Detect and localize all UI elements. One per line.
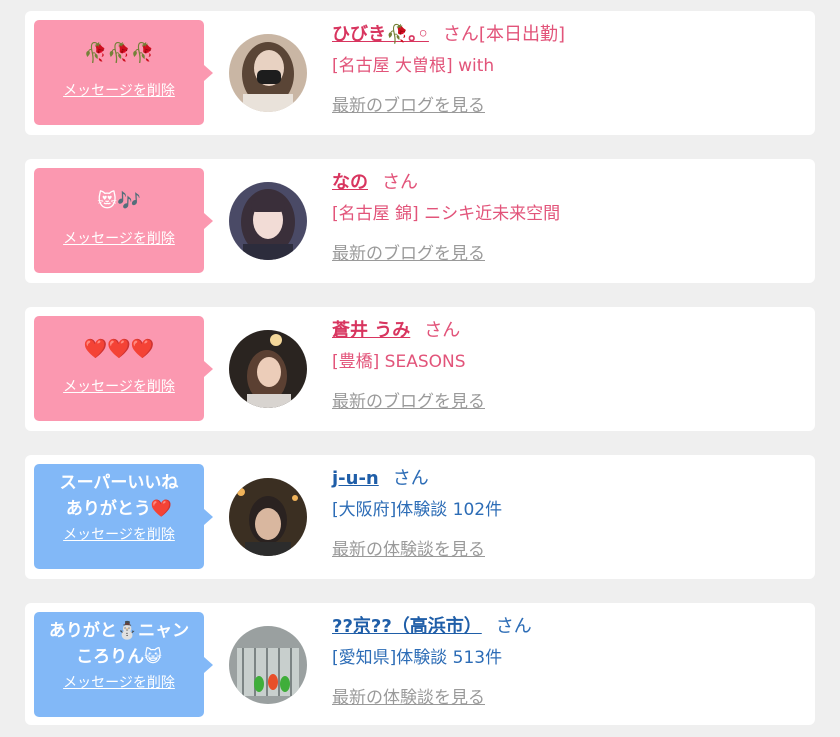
honorific-text: さん <box>495 616 532 637</box>
shop-location: [豊橋] SEASONS <box>332 352 466 372</box>
profile-name-link[interactable]: なの <box>332 172 368 193</box>
profile-info: なの さん [名古屋 錦] ニシキ近未来空間 最新のブログを見る <box>332 169 805 264</box>
profile-name-link[interactable]: 蒼井 うみ <box>332 320 410 341</box>
message-card: 😻🎶 メッセージを削除 なの さん [名古屋 錦] ニシキ近未来空間 最新のブログ… <box>25 159 815 283</box>
delete-message-link[interactable]: メッセージを削除 <box>63 80 175 100</box>
honorific-text: さん <box>392 468 429 489</box>
message-text: スーパーいいね ありがとう❤️ <box>59 473 179 519</box>
review-count: [大阪府]体験談 102件 <box>332 500 503 520</box>
latest-review-link[interactable]: 最新の体験談を見る <box>332 535 485 560</box>
avatar[interactable] <box>229 330 307 408</box>
message-bubble: ❤️❤️❤️ メッセージを削除 <box>34 316 213 421</box>
honorific-text: さん <box>382 172 418 193</box>
profile-info: ??京??（高浜市） さん [愛知県]体験談 513件 最新の体験談を見る <box>332 613 805 708</box>
avatar[interactable] <box>229 626 307 704</box>
avatar[interactable] <box>229 34 307 112</box>
message-text: ありがと⛄️ニャン ころりん😺 <box>48 621 190 667</box>
avatar[interactable] <box>229 182 307 260</box>
latest-blog-link[interactable]: 最新のブログを見る <box>332 239 485 264</box>
message-text: 🥀🥀🥀 <box>83 42 155 64</box>
message-card: ❤️❤️❤️ メッセージを削除 蒼井 うみ さん [豊橋] SEASONS 最新の… <box>25 307 815 431</box>
profile-info: j-u-n さん [大阪府]体験談 102件 最新の体験談を見る <box>332 465 805 560</box>
latest-blog-link[interactable]: 最新のブログを見る <box>332 387 485 412</box>
delete-message-link[interactable]: メッセージを削除 <box>63 228 175 248</box>
message-text: 😻🎶 <box>97 190 141 212</box>
latest-review-link[interactable]: 最新の体験談を見る <box>332 683 485 708</box>
shop-location: [名古屋 大曽根] with <box>332 56 495 76</box>
profile-name-link[interactable]: j-u-n <box>332 468 379 489</box>
honorific-text: さん[本日出勤] <box>442 24 565 45</box>
delete-message-link[interactable]: メッセージを削除 <box>63 376 175 396</box>
delete-message-link[interactable]: メッセージを削除 <box>63 524 175 544</box>
message-card: ありがと⛄️ニャン ころりん😺 メッセージを削除 ??京??（高浜市） さん [愛… <box>25 603 815 725</box>
latest-blog-link[interactable]: 最新のブログを見る <box>332 91 485 116</box>
message-card: 🥀🥀🥀 メッセージを削除 ひびき🥀｡◦ さん[本日出勤] [名古屋 大曽根] wi… <box>25 11 815 135</box>
profile-info: 蒼井 うみ さん [豊橋] SEASONS 最新のブログを見る <box>332 317 805 412</box>
avatar[interactable] <box>229 478 307 556</box>
message-text: ❤️❤️❤️ <box>83 338 155 360</box>
message-bubble: 🥀🥀🥀 メッセージを削除 <box>34 20 213 125</box>
message-card: スーパーいいね ありがとう❤️ メッセージを削除 j-u-n さん [大阪府]体験… <box>25 455 815 579</box>
honorific-text: さん <box>424 320 461 341</box>
message-bubble: スーパーいいね ありがとう❤️ メッセージを削除 <box>34 464 213 569</box>
profile-info: ひびき🥀｡◦ さん[本日出勤] [名古屋 大曽根] with 最新のブログを見る <box>332 21 805 116</box>
delete-message-link[interactable]: メッセージを削除 <box>63 672 175 692</box>
profile-name-link[interactable]: ??京??（高浜市） <box>332 616 482 637</box>
message-bubble: ありがと⛄️ニャン ころりん😺 メッセージを削除 <box>34 612 213 717</box>
message-bubble: 😻🎶 メッセージを削除 <box>34 168 213 273</box>
review-count: [愛知県]体験談 513件 <box>332 648 503 668</box>
profile-name-link[interactable]: ひびき🥀｡◦ <box>332 24 429 45</box>
shop-location: [名古屋 錦] ニシキ近未来空間 <box>332 204 561 224</box>
